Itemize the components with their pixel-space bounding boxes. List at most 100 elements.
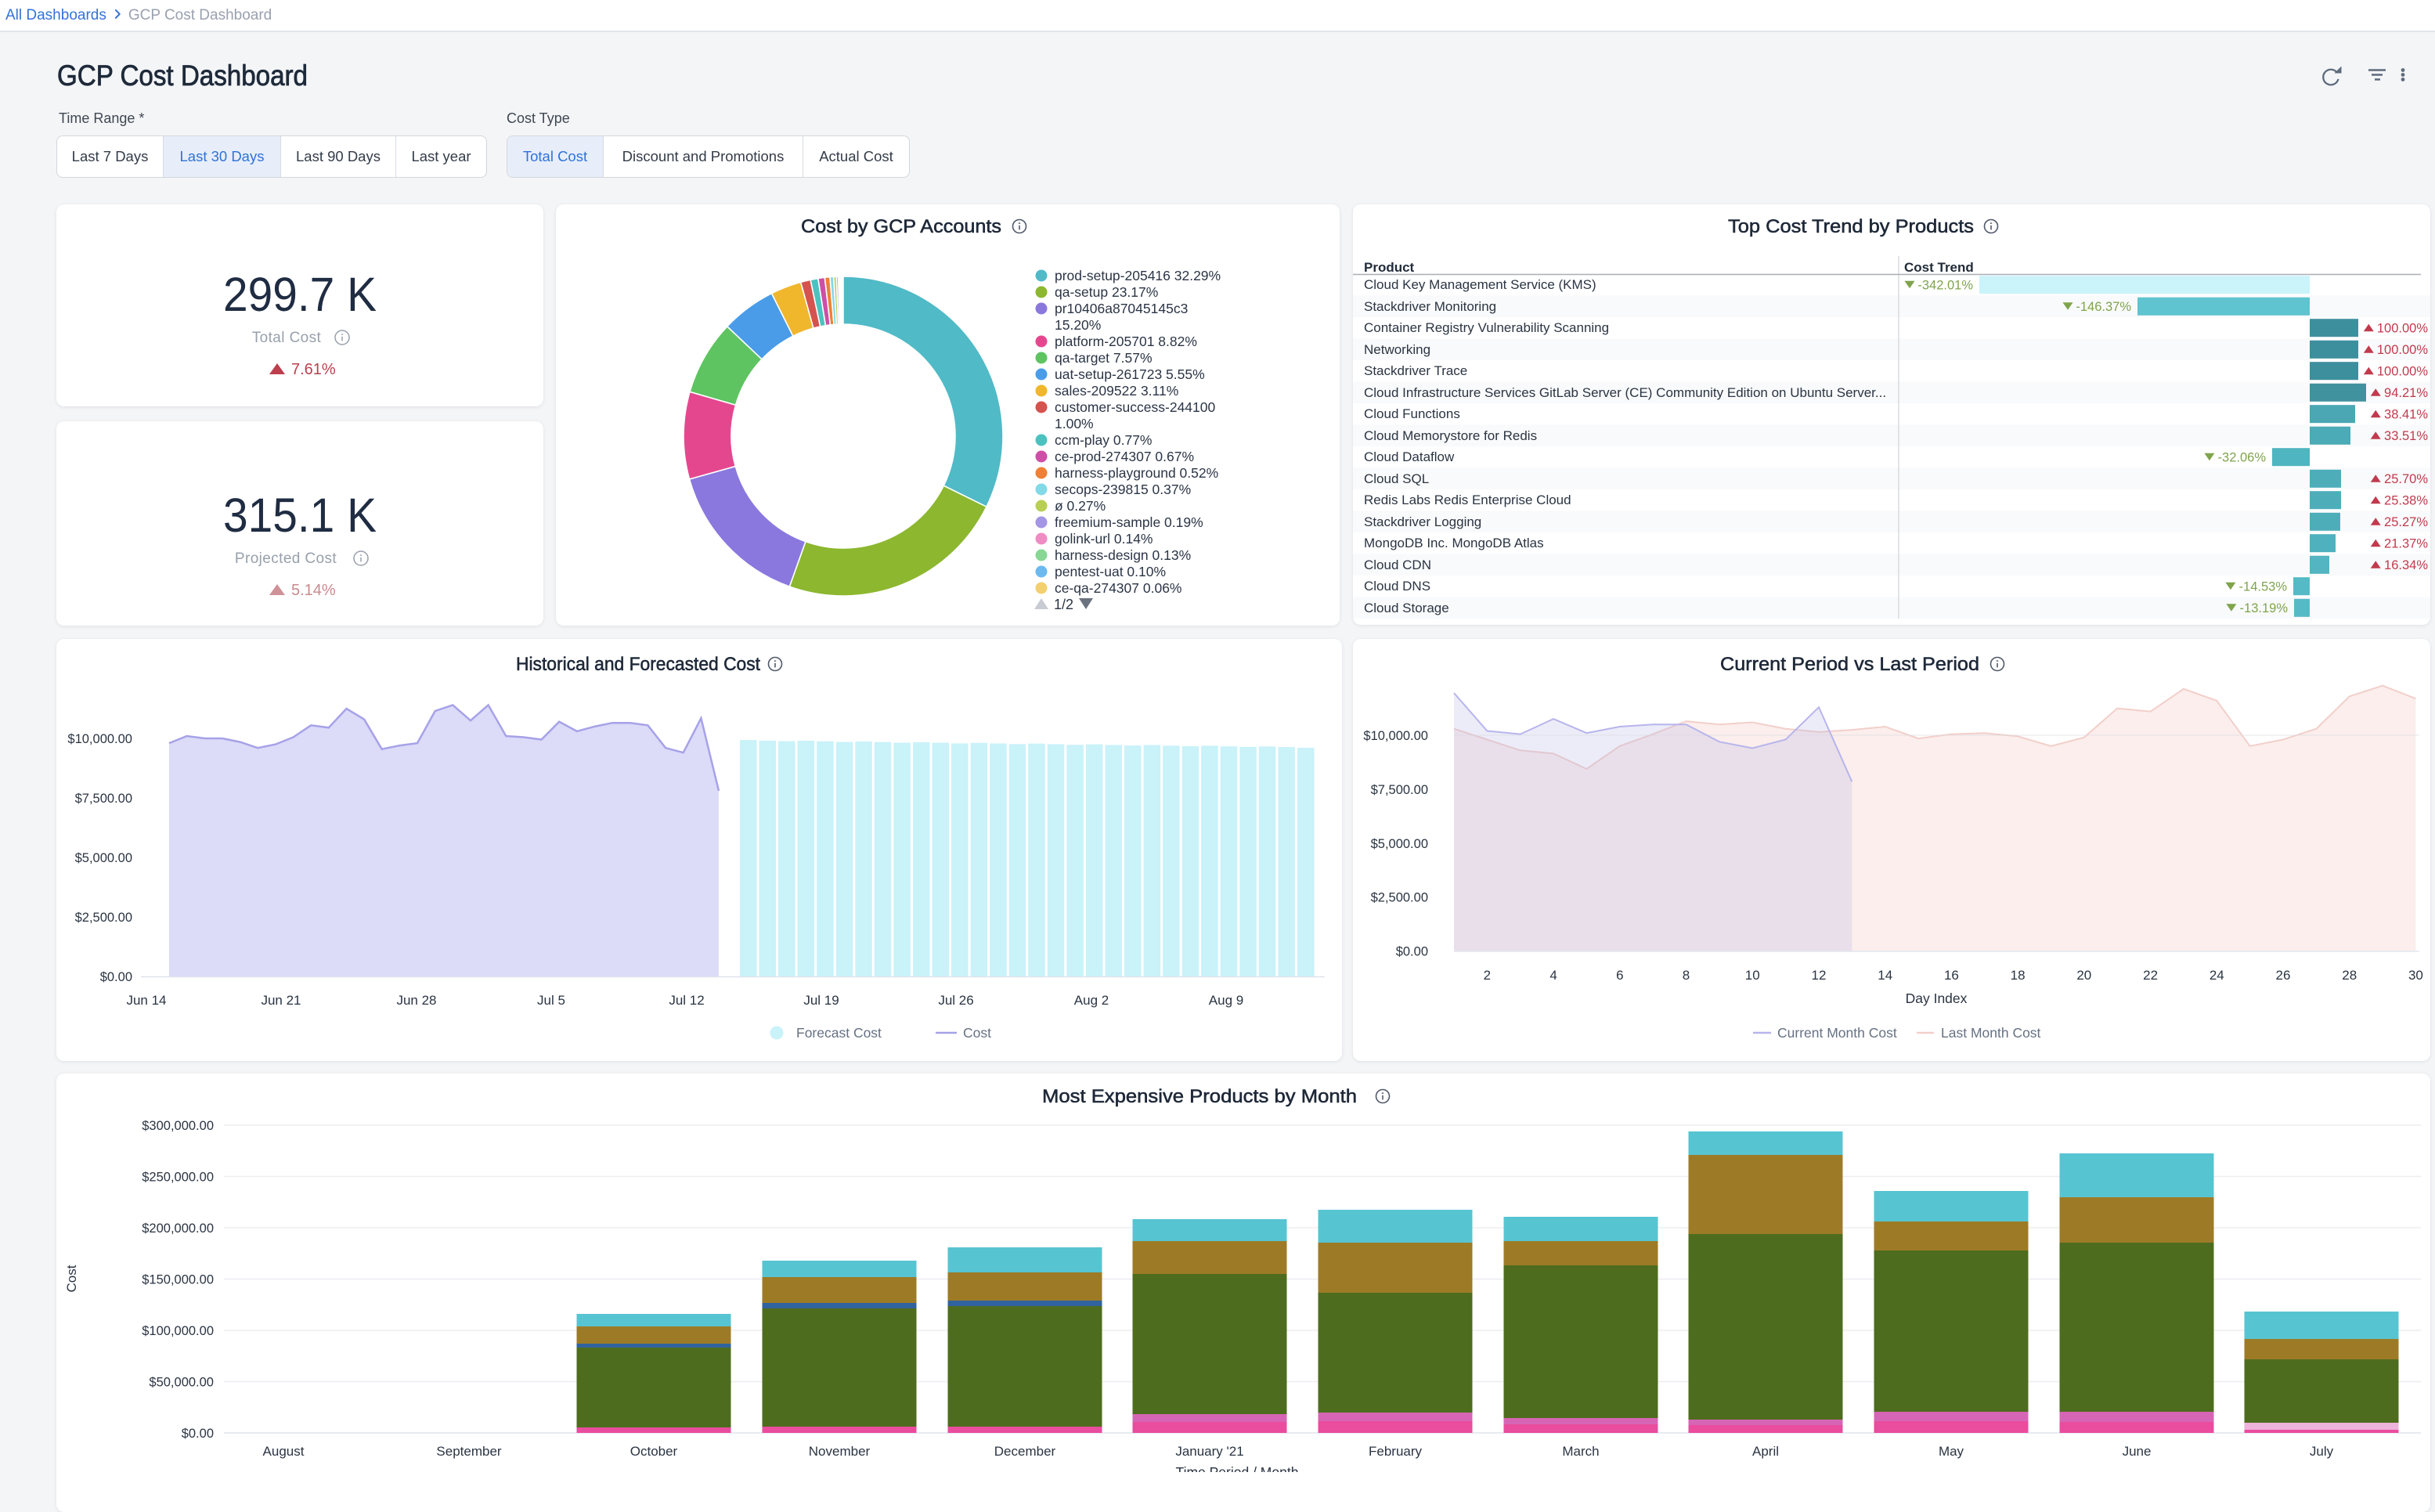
svg-text:14: 14 <box>1878 968 1892 983</box>
svg-text:uat-setup-261723 5.55%: uat-setup-261723 5.55% <box>1055 366 1205 382</box>
svg-text:33.51%: 33.51% <box>2384 429 2428 443</box>
svg-text:100.00%: 100.00% <box>2377 365 2428 379</box>
svg-text:freemium-sample 0.19%: freemium-sample 0.19% <box>1055 514 1203 530</box>
svg-text:Day Index: Day Index <box>1906 991 1968 1006</box>
svg-text:8: 8 <box>1683 968 1690 983</box>
svg-text:$50,000.00: $50,000.00 <box>149 1376 214 1390</box>
svg-text:Forecast Cost: Forecast Cost <box>796 1025 882 1041</box>
svg-text:25.70%: 25.70% <box>2384 472 2428 486</box>
svg-text:25.27%: 25.27% <box>2384 515 2428 529</box>
svg-text:5.14%: 5.14% <box>291 582 336 599</box>
svg-text:16.34%: 16.34% <box>2384 558 2428 572</box>
svg-text:Top Cost Trend by Products: Top Cost Trend by Products <box>1728 216 1974 237</box>
svg-text:Aug 2: Aug 2 <box>1074 993 1109 1008</box>
svg-text:Cloud Storage: Cloud Storage <box>1364 601 1449 615</box>
svg-text:Redis Labs Redis Enterprise Cl: Redis Labs Redis Enterprise Cloud <box>1364 493 1571 507</box>
svg-text:30: 30 <box>2408 968 2423 983</box>
svg-text:Cloud CDN: Cloud CDN <box>1364 558 1431 572</box>
svg-text:$0.00: $0.00 <box>1396 945 1428 959</box>
svg-text:7.61%: 7.61% <box>291 361 336 378</box>
svg-text:Cost: Cost <box>963 1025 991 1041</box>
svg-text:1/2: 1/2 <box>1054 597 1073 612</box>
svg-text:$150,000.00: $150,000.00 <box>142 1273 214 1287</box>
svg-text:September: September <box>436 1444 501 1459</box>
svg-text:Cloud Key Management Service (: Cloud Key Management Service (KMS) <box>1364 277 1596 292</box>
svg-text:July: July <box>2310 1444 2334 1459</box>
svg-text:4: 4 <box>1549 968 1557 983</box>
svg-text:Cloud Dataflow: Cloud Dataflow <box>1364 449 1455 464</box>
svg-text:Cost by GCP Accounts: Cost by GCP Accounts <box>801 216 1001 237</box>
svg-text:21.37%: 21.37% <box>2384 537 2428 551</box>
svg-text:Current Month Cost: Current Month Cost <box>1777 1025 1897 1041</box>
svg-text:$200,000.00: $200,000.00 <box>142 1222 214 1236</box>
svg-text:6: 6 <box>1616 968 1623 983</box>
svg-text:25.38%: 25.38% <box>2384 494 2428 508</box>
svg-text:20: 20 <box>2076 968 2091 983</box>
svg-text:Historical and Forecasted Cost: Historical and Forecasted Cost <box>516 654 760 675</box>
svg-text:18: 18 <box>2011 968 2026 983</box>
svg-text:Jun 28: Jun 28 <box>396 993 436 1008</box>
svg-text:Cloud Functions: Cloud Functions <box>1364 406 1460 421</box>
svg-text:$2,500.00: $2,500.00 <box>75 911 132 925</box>
svg-text:April: April <box>1752 1444 1779 1459</box>
svg-text:Cloud Memorystore for Redis: Cloud Memorystore for Redis <box>1364 428 1537 443</box>
svg-text:GCP Cost Dashboard: GCP Cost Dashboard <box>57 60 308 92</box>
svg-text:platform-205701 8.82%: platform-205701 8.82% <box>1055 334 1197 349</box>
svg-text:Aug 9: Aug 9 <box>1209 993 1243 1008</box>
svg-text:$2,500.00: $2,500.00 <box>1371 891 1428 905</box>
svg-text:10: 10 <box>1745 968 1760 983</box>
svg-text:Jul 19: Jul 19 <box>803 993 839 1008</box>
svg-text:qa-setup 23.17%: qa-setup 23.17% <box>1055 284 1158 300</box>
svg-text:$5,000.00: $5,000.00 <box>75 851 132 865</box>
svg-text:ce-qa-274307 0.06%: ce-qa-274307 0.06% <box>1055 580 1181 596</box>
svg-text:Stackdriver Monitoring: Stackdriver Monitoring <box>1364 299 1496 314</box>
svg-text:Most Expensive Products by Mon: Most Expensive Products by Month <box>1042 1086 1357 1107</box>
svg-text:Last Month Cost: Last Month Cost <box>1941 1025 2041 1041</box>
svg-text:1.00%: 1.00% <box>1055 416 1094 431</box>
svg-text:June: June <box>2123 1444 2152 1459</box>
svg-text:Time Period / Month: Time Period / Month <box>1176 1464 1299 1472</box>
svg-text:-342.01%: -342.01% <box>1917 279 1973 293</box>
svg-text:26: 26 <box>2276 968 2291 983</box>
svg-text:$7,500.00: $7,500.00 <box>75 792 132 806</box>
svg-text:94.21%: 94.21% <box>2384 386 2428 400</box>
svg-text:qa-target 7.57%: qa-target 7.57% <box>1055 350 1153 366</box>
svg-text:ce-prod-274307 0.67%: ce-prod-274307 0.67% <box>1055 449 1194 464</box>
svg-text:$10,000.00: $10,000.00 <box>1363 729 1428 743</box>
svg-text:pentest-uat 0.10%: pentest-uat 0.10% <box>1055 564 1166 579</box>
svg-text:$5,000.00: $5,000.00 <box>1371 837 1428 851</box>
svg-text:secops-239815 0.37%: secops-239815 0.37% <box>1055 482 1191 497</box>
svg-text:Container Registry Vulnerabili: Container Registry Vulnerability Scannin… <box>1364 320 1609 335</box>
svg-text:Current Period vs Last Period: Current Period vs Last Period <box>1720 654 1979 675</box>
svg-text:$250,000.00: $250,000.00 <box>142 1171 214 1185</box>
svg-text:Cost: Cost <box>64 1265 79 1292</box>
svg-text:12: 12 <box>1812 968 1827 983</box>
svg-text:Jun 14: Jun 14 <box>126 993 166 1008</box>
svg-text:-13.19%: -13.19% <box>2240 601 2289 615</box>
svg-text:sales-209522 3.11%: sales-209522 3.11% <box>1055 383 1178 399</box>
svg-text:16: 16 <box>1944 968 1959 983</box>
svg-text:MongoDB Inc. MongoDB Atlas: MongoDB Inc. MongoDB Atlas <box>1364 536 1544 550</box>
svg-text:100.00%: 100.00% <box>2377 322 2428 336</box>
svg-text:$7,500.00: $7,500.00 <box>1371 783 1428 797</box>
svg-text:-14.53%: -14.53% <box>2239 580 2288 594</box>
svg-text:$300,000.00: $300,000.00 <box>142 1119 214 1133</box>
svg-text:prod-setup-205416 32.29%: prod-setup-205416 32.29% <box>1055 268 1221 283</box>
svg-text:Jul 5: Jul 5 <box>537 993 565 1008</box>
svg-text:Networking: Networking <box>1364 342 1430 357</box>
svg-text:Cloud SQL: Cloud SQL <box>1364 471 1429 486</box>
svg-text:28: 28 <box>2342 968 2357 983</box>
svg-text:harness-design 0.13%: harness-design 0.13% <box>1055 547 1191 563</box>
svg-text:100.00%: 100.00% <box>2377 343 2428 357</box>
svg-text:-146.37%: -146.37% <box>2076 300 2131 314</box>
svg-text:Jun 21: Jun 21 <box>261 993 301 1008</box>
svg-text:harness-playground 0.52%: harness-playground 0.52% <box>1055 465 1218 481</box>
svg-text:February: February <box>1369 1444 1423 1459</box>
svg-text:$0.00: $0.00 <box>100 970 132 984</box>
svg-text:299.7 K: 299.7 K <box>223 268 377 321</box>
svg-text:golink-url 0.14%: golink-url 0.14% <box>1055 531 1153 547</box>
svg-text:customer-success-244100: customer-success-244100 <box>1055 399 1215 415</box>
svg-text:August: August <box>263 1444 305 1459</box>
svg-text:Jul 26: Jul 26 <box>938 993 973 1008</box>
svg-text:ccm-play 0.77%: ccm-play 0.77% <box>1055 432 1153 448</box>
